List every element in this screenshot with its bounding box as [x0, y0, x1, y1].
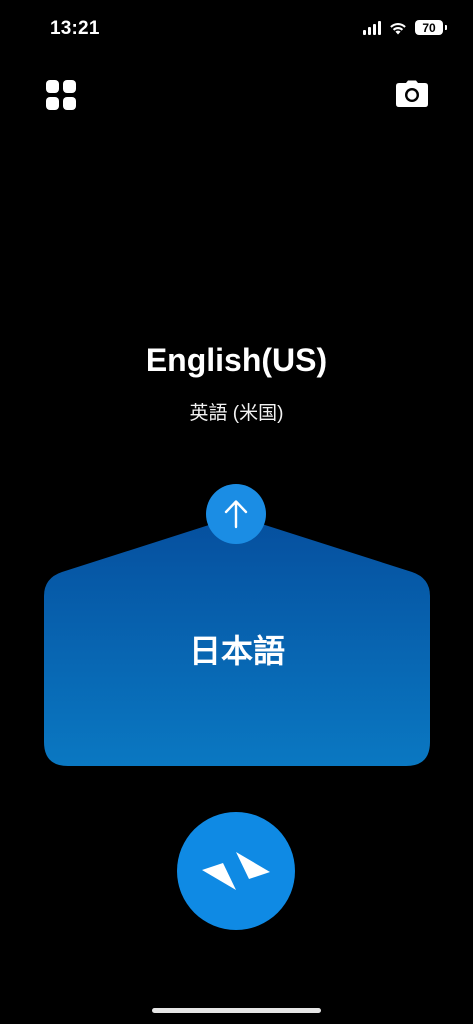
battery-level: 70: [422, 20, 436, 35]
status-time: 13:21: [50, 18, 100, 39]
conversation-button[interactable]: [177, 812, 295, 930]
cellular-signal-icon: [363, 20, 381, 35]
grid-menu-button[interactable]: [46, 80, 76, 110]
conversation-icon: [202, 852, 270, 890]
camera-button[interactable]: [395, 80, 429, 108]
home-indicator[interactable]: [152, 1008, 321, 1013]
battery-icon: 70: [415, 20, 447, 35]
camera-icon: [396, 80, 428, 107]
wifi-icon: [388, 20, 408, 35]
swap-languages-button[interactable]: [206, 484, 266, 544]
status-bar: 13:21 70: [0, 0, 473, 60]
target-language-native-name: 英語 (米国): [189, 403, 284, 424]
source-language-name: 日本語: [188, 633, 285, 669]
source-language-panel[interactable]: 日本語: [44, 516, 430, 766]
target-language-name: English(US): [145, 342, 328, 378]
status-icons: 70: [363, 20, 447, 35]
grid-icon: [46, 80, 76, 110]
arrow-up-icon: [224, 500, 248, 529]
